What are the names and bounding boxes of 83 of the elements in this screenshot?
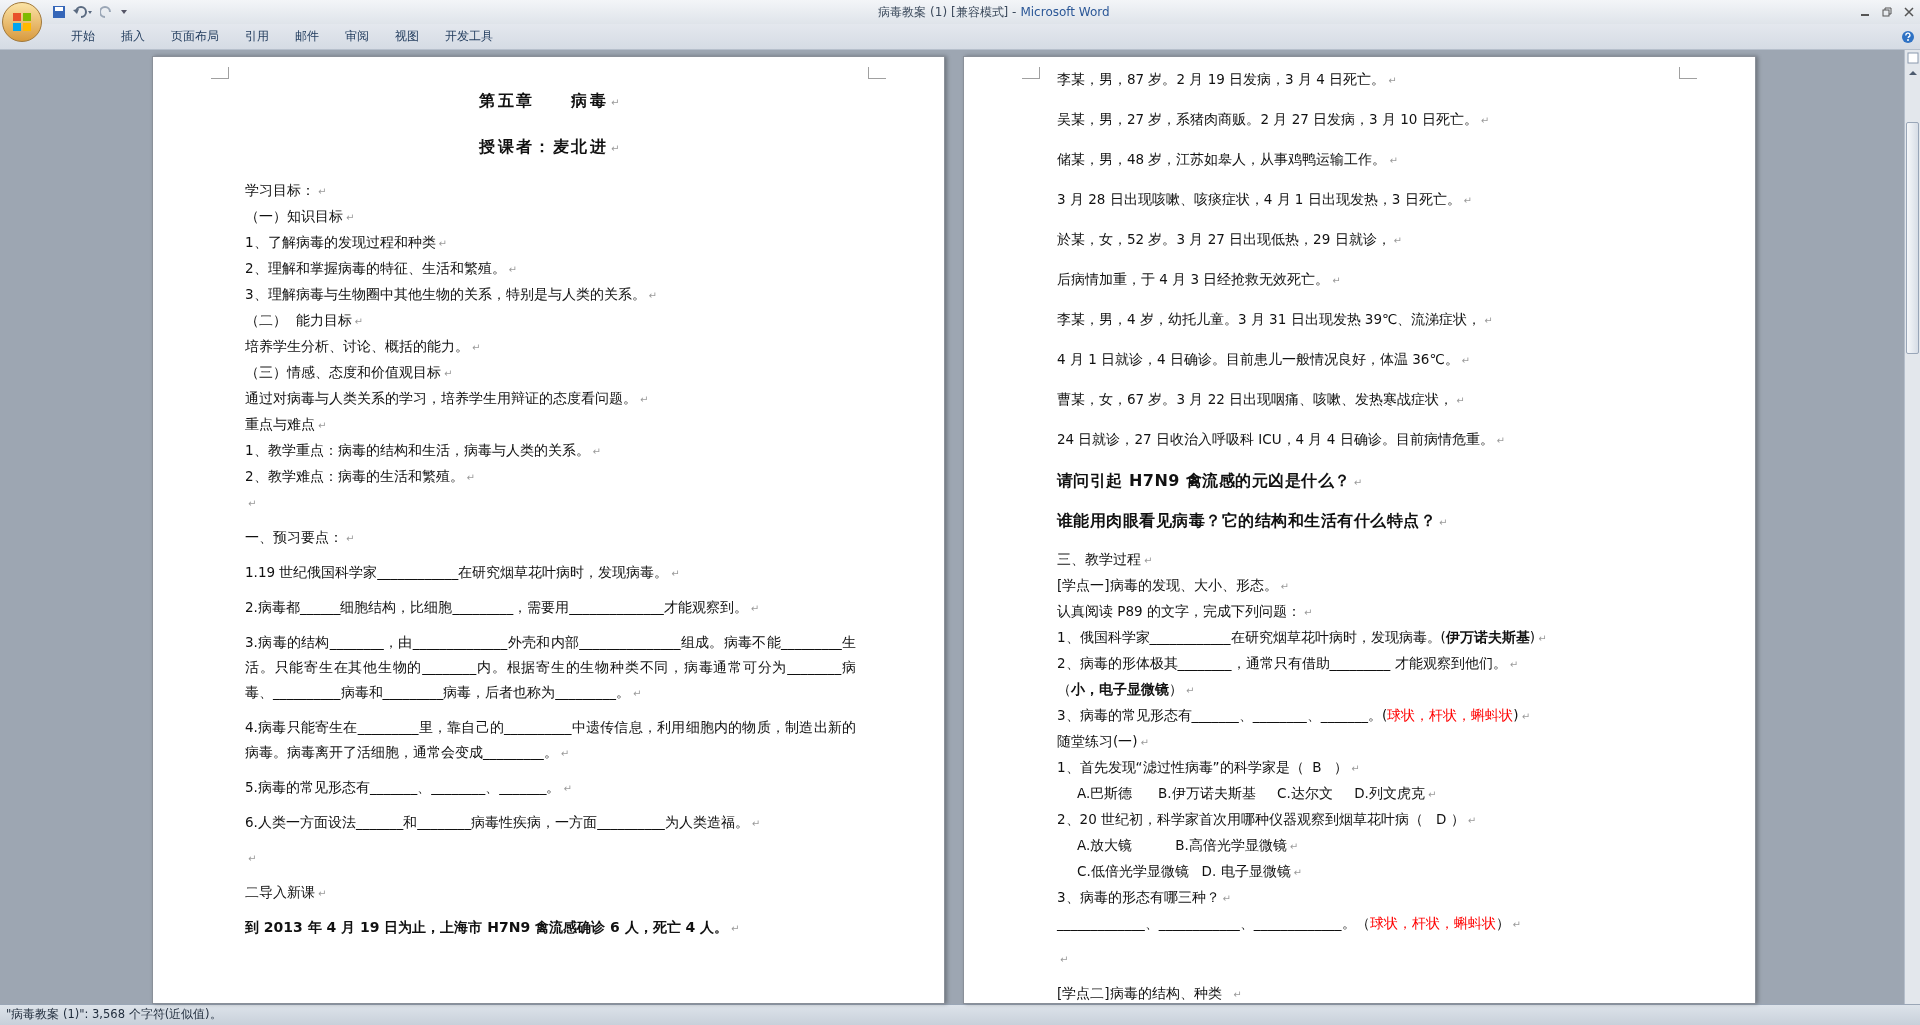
paragraph-text: （一）知识目标 ↵: [245, 208, 355, 224]
paragraph-text: 3、病毒的常见形态有_______、________、_______。(: [1057, 707, 1388, 723]
paragraph-text: 1、首先发现“滤过性病毒”的科学家是（ B ） ↵: [1057, 759, 1360, 775]
paragraph-text: 通过对病毒与人类关系的学习，培养学生用辩证的态度看问题。 ↵: [245, 390, 649, 406]
paragraph-text: 认真阅读 P89 的文字，完成下列问题： ↵: [1057, 603, 1313, 619]
paragraph-text: 二导入新课 ↵: [245, 884, 327, 900]
answer-text: 球状，杆状，蝌蚪状: [1387, 707, 1514, 723]
paragraph-text: 随堂练习(一) ↵: [1057, 733, 1149, 749]
paragraph-text: 2.病毒都______细胞结构，比细胞_________，需要用______________才能观察到。 ↵: [245, 599, 760, 615]
ribbon-tab[interactable]: 引用: [232, 25, 282, 48]
paragraph-text: 6.人类一方面设法_______和________病毒性疾病，一方面__________为人类造福。 ↵: [245, 814, 761, 830]
paragraph-text: 4 月 1 日就诊，4 日确诊。目前患儿一般情况良好，体温 36℃。 ↵: [1057, 351, 1470, 367]
paragraph-text: 吴某，男，27 岁，系猪肉商贩。2 月 27 日发病，3 月 10 日死亡。 ↵: [1057, 111, 1490, 127]
ribbon-tab[interactable]: 开始: [58, 25, 108, 48]
scroll-up-icon[interactable]: [1907, 68, 1918, 78]
status-text: "病毒教案 (1)": 3,568 个字符(近似值)。: [6, 1006, 222, 1024]
paragraph-text: 3 月 28 日出现咳嗽、咳痰症状，4 月 1 日出现发热，3 日死亡。 ↵: [1057, 191, 1472, 207]
paragraph-text: 曹某，女，67 岁。3 月 22 日出现咽痛、咳嗽、发热寒战症状， ↵: [1057, 391, 1465, 407]
paragraph-text: 到 2013 年 4 月 19 日为止，上海市 H7N9 禽流感确诊 6 人，死亡 4 人。 ↵: [245, 919, 740, 935]
paragraph-text: 24 日就诊，27 日收治入呼吸科 ICU，4 月 4 日确诊。目前病情危重。 ↵: [1057, 431, 1505, 447]
paragraph-text: （三）情感、态度和价值观目标 ↵: [245, 364, 453, 380]
paragraph-text: （二） 能力目标 ↵: [245, 312, 363, 328]
ribbon-tab[interactable]: 开发工具: [432, 25, 506, 48]
closing-bracket: ): [1513, 707, 1519, 723]
paragraph-text: A.放大镜 B.高倍光学显微镜 ↵: [1077, 837, 1299, 853]
paragraph-text: [学点一]病毒的发现、大小、形态。 ↵: [1057, 577, 1289, 593]
ribbon-tab[interactable]: 页面布局: [158, 25, 232, 48]
paragraph-text: C.低倍光学显微镜 D. 电子显微镜 ↵: [1077, 863, 1302, 879]
restore-icon[interactable]: [1882, 7, 1892, 17]
save-icon[interactable]: [52, 5, 66, 19]
paragraph-text: 培养学生分析、讨论、概括的能力。 ↵: [245, 338, 481, 354]
paragraph-text: [学点二]病毒的结构、种类 ↵: [1057, 985, 1242, 1001]
paragraph-text: _____________、____________、_____________。（: [1057, 915, 1370, 931]
paragraph-text: 请问引起 H7N9 禽流感的元凶是什么？ ↵: [1057, 471, 1363, 490]
office-logo-icon: [11, 11, 33, 33]
document-heading: 授课者：麦北进 ↵: [479, 137, 622, 156]
customize-dropdown-icon[interactable]: [120, 8, 128, 16]
paragraph-text: 2、教学难点：病毒的生活和繁殖。 ↵: [245, 468, 475, 484]
paragraph-text: 1、俄国科学家____________在研究烟草花叶病时，发现病毒。(伊万诺夫斯基) ↵: [1057, 629, 1547, 645]
paragraph-mark: ↵: [248, 498, 257, 509]
help-icon[interactable]: [1902, 30, 1914, 43]
scrollbar-thumb[interactable]: [1906, 122, 1919, 354]
paragraph-text: 2、20 世纪初，科学家首次用哪种仪器观察到烟草花叶病（ D ） ↵: [1057, 811, 1476, 827]
ribbon-tab[interactable]: 审阅: [332, 25, 382, 48]
application-name: Microsoft Word: [1020, 4, 1110, 21]
paragraph-mark: ↵: [248, 853, 257, 864]
window-title: 病毒教案 (1) [兼容模式] -: [878, 4, 1017, 21]
office-button[interactable]: [2, 2, 42, 42]
paragraph-text: 学习目标： ↵: [245, 182, 327, 198]
vertical-scrollbar[interactable]: [1904, 50, 1920, 1004]
paragraph-text: 3、病毒的形态有哪三种？ ↵: [1057, 889, 1231, 905]
paragraph-text: 一、预习要点： ↵: [245, 529, 355, 545]
paragraph-text: 三、教学过程 ↵: [1057, 551, 1153, 567]
ribbon-tab[interactable]: 邮件: [282, 25, 332, 48]
ribbon-tab[interactable]: 视图: [382, 25, 432, 48]
paragraph-text: 於某，女，52 岁。3 月 27 日出现低热，29 日就诊， ↵: [1057, 231, 1402, 247]
paragraph-text: 3.病毒的结构________，由______________外壳和内部_______________组成。病毒不能_________生活。只能寄生在其他生物的________内。根据寄生的生物种类不同，病毒通常可分为________病毒、__________病毒和_________病毒，后者也称为_________。 ↵: [245, 634, 856, 700]
paragraph-text: （小，电子显微镜） ↵: [1057, 681, 1195, 697]
document-heading: 第五章 病毒 ↵: [479, 91, 622, 110]
paragraph-text: 2、理解和掌握病毒的特征、生活和繁殖。 ↵: [245, 260, 517, 276]
paragraph-text: 储某，男，48 岁，江苏如皋人，从事鸡鸭运输工作。 ↵: [1057, 151, 1398, 167]
paragraph-text: 1、教学重点：病毒的结构和生活，病毒与人类的关系。 ↵: [245, 442, 601, 458]
answer-text: 球状，杆状，蝌蚪状: [1369, 915, 1496, 931]
close-icon[interactable]: [1904, 7, 1914, 17]
paragraph-text: 谁能用肉眼看见病毒？它的结构和生活有什么特点？ ↵: [1057, 511, 1448, 530]
paragraph-text: A.巴斯德 B.伊万诺夫斯基 C.达尔文 D.列文虎克 ↵: [1077, 785, 1437, 801]
paragraph-text: 5.病毒的常见形态有_______、________、_______。 ↵: [245, 779, 572, 795]
paragraph-text: 1.19 世纪俄国科学家____________在研究烟草花叶病时，发现病毒。 ↵: [245, 564, 680, 580]
paragraph-text: 后病情加重，于 4 月 3 日经抢救无效死亡。 ↵: [1057, 271, 1341, 287]
paragraph-mark: ↵: [1521, 711, 1531, 722]
paragraph-mark: ↵: [1060, 954, 1069, 965]
paragraph-mark: ↵: [1512, 919, 1521, 930]
paragraph-text: 3、理解病毒与生物圈中其他生物的关系，特别是与人类的关系。 ↵: [245, 286, 657, 302]
paragraph-text: 重点与难点 ↵: [245, 416, 327, 432]
paragraph-text: 李某，男，87 岁。2 月 19 日发病，3 月 4 日死亡。 ↵: [1057, 71, 1397, 87]
paragraph-text: 1、了解病毒的发现过程和种类 ↵: [245, 234, 447, 250]
paragraph-text: 李某，男，4 岁，幼托儿童。3 月 31 日出现发热 39℃、流涕症状， ↵: [1057, 311, 1493, 327]
paragraph-text: 4.病毒只能寄生在_________里，靠自己的__________中遗传信息，利用细胞内的物质，制造出新的病毒。病毒离开了活细胞，通常会变成_________。 ↵: [245, 719, 856, 760]
ruler-toggle-icon[interactable]: [1906, 52, 1919, 64]
ribbon-tab[interactable]: 插入: [108, 25, 158, 48]
paragraph-text: 2、病毒的形体极其________，通常只有借助_________ 才能观察到他们。 ↵: [1057, 655, 1519, 671]
undo-icon[interactable]: [72, 5, 94, 19]
closing-bracket: ）: [1495, 915, 1510, 931]
